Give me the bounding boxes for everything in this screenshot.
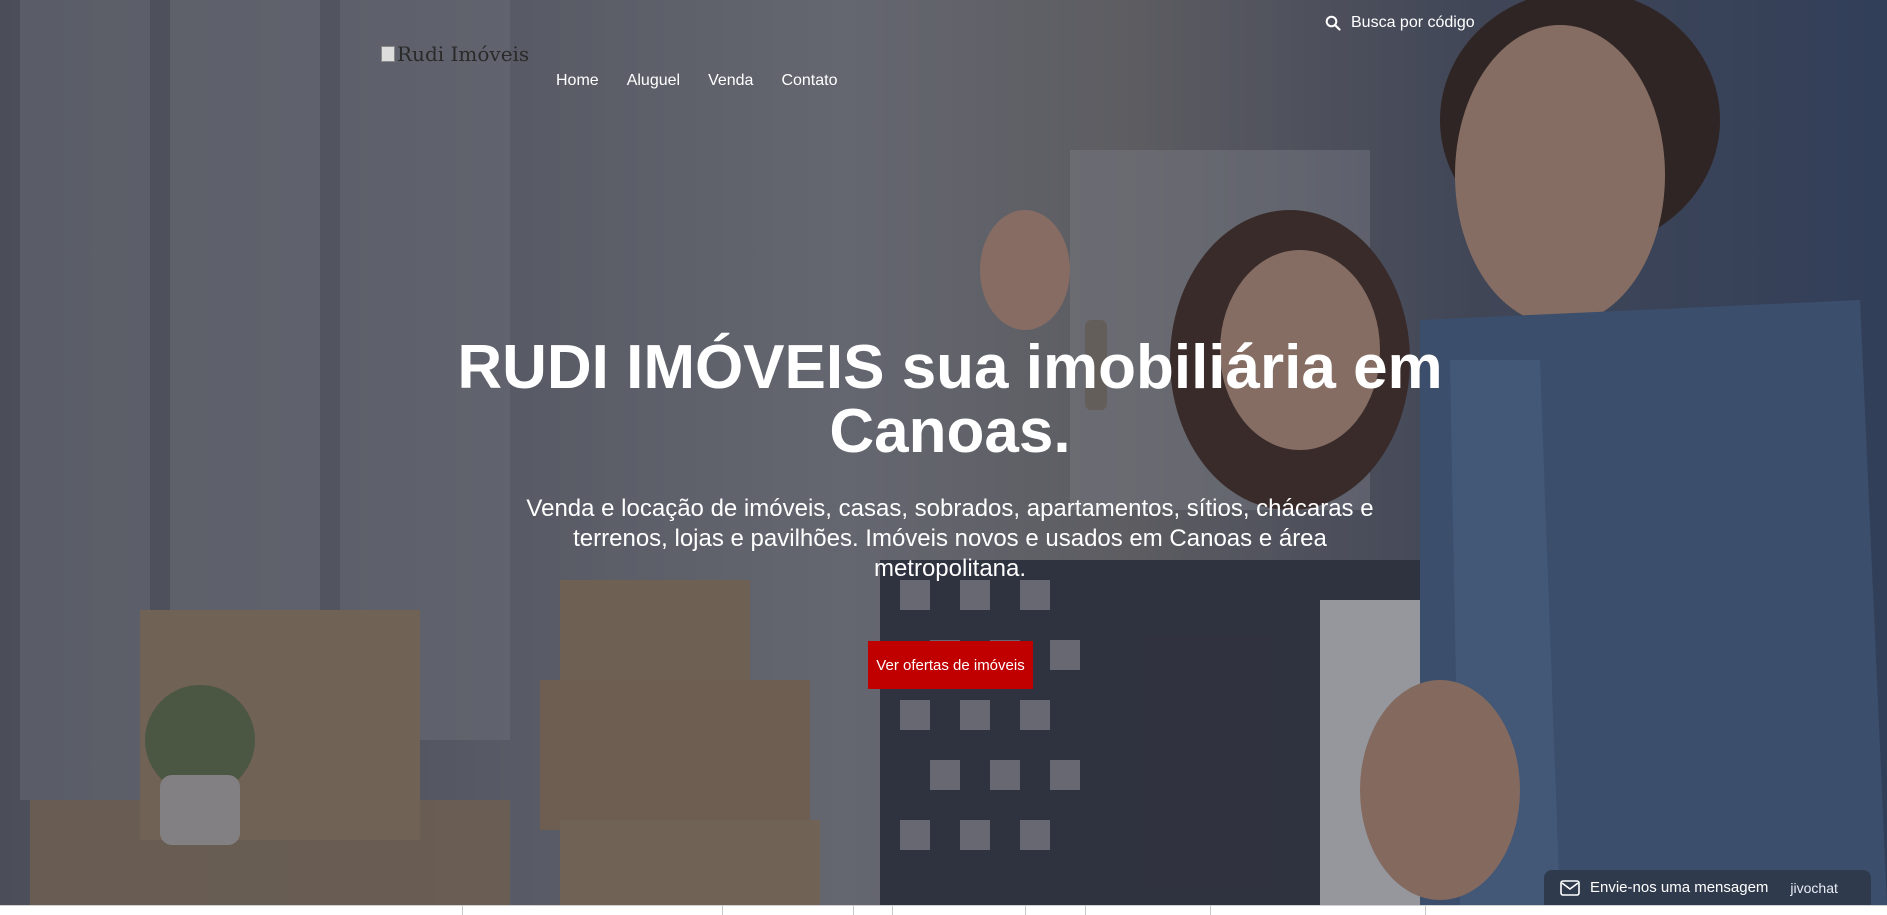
chat-brand: jivochat [1790,879,1838,896]
broken-image-icon [381,46,395,62]
code-search-label: Busca por código [1351,14,1475,31]
nav-aluguel[interactable]: Aluguel [627,72,680,90]
nav-venda[interactable]: Venda [708,72,753,90]
hero-section: Busca por código Rudi Imóveis Home Alugu… [0,0,1887,905]
search-icon [1325,15,1341,31]
nav-contato[interactable]: Contato [781,72,837,90]
code-search-link[interactable]: Busca por código [1325,14,1475,32]
chat-label: Envie-nos uma mensagem [1590,879,1769,896]
hero-subtitle: Venda e locação de imóveis, casas, sobra… [526,495,1374,582]
page-bottom-edge [0,905,1887,915]
nav-home[interactable]: Home [556,72,599,90]
main-nav: Home Aluguel Venda Contato [556,72,838,90]
envelope-icon [1560,879,1580,896]
jivochat-widget[interactable]: Envie-nos uma mensagem jivochat [1544,870,1871,905]
site-logo[interactable]: Rudi Imóveis [381,42,529,66]
hero-headline: RUDI IMÓVEIS sua imobiliária em Canoas. [457,333,1443,466]
logo-alt-text: Rudi Imóveis [397,42,530,66]
view-offers-button[interactable]: Ver ofertas de imóveis [868,641,1033,689]
